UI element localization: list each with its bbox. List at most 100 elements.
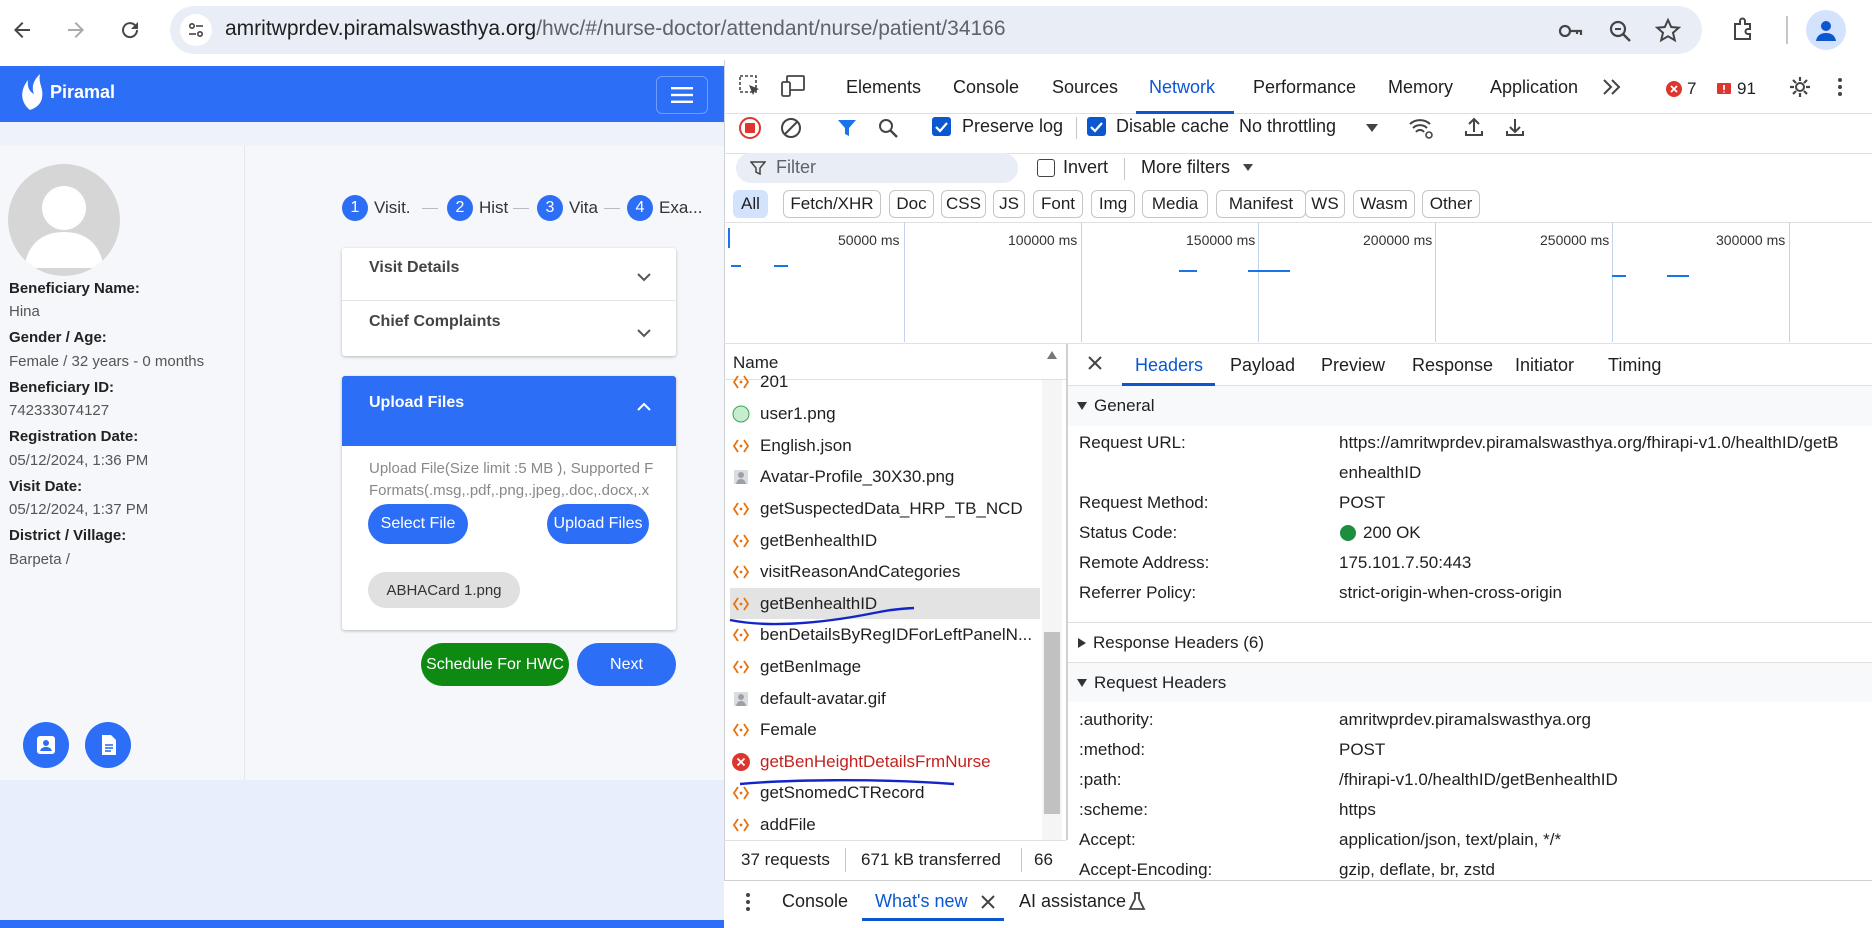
request-row[interactable]: visitReasonAndCategories [730,557,1040,588]
tab-performance[interactable]: Performance [1253,77,1356,98]
throttling-select[interactable]: No throttling [1239,116,1336,137]
step-vitals[interactable]: 3 Vita [537,195,598,221]
drawer-menu-icon[interactable] [745,891,751,913]
tab-sources[interactable]: Sources [1052,77,1118,98]
request-row[interactable]: addFile [730,809,1040,840]
chip-css[interactable]: CSS [941,190,986,218]
error-counter[interactable]: 7 [1666,79,1696,99]
chevron-up-icon[interactable] [636,402,652,412]
request-row[interactable]: user1.png [730,399,1040,430]
disable-cache-label[interactable]: Disable cache [1116,116,1229,137]
step-history[interactable]: 2 Hist [447,195,508,221]
chip-font[interactable]: Font [1033,190,1083,218]
forward-arrow-icon[interactable] [58,12,94,48]
more-tabs-chevron-icon[interactable] [1602,78,1622,96]
disable-cache-checkbox[interactable] [1087,117,1106,136]
detail-tab-preview[interactable]: Preview [1321,355,1385,376]
chevron-down-icon[interactable] [636,272,652,282]
preserve-log-label[interactable]: Preserve log [962,116,1063,137]
settings-gear-icon[interactable] [1788,75,1812,99]
step-examination[interactable]: 4 Exa... [627,195,702,221]
issue-counter[interactable]: 91 [1716,79,1756,99]
kebab-menu-icon[interactable] [1836,75,1844,99]
dropdown-caret-icon[interactable] [1242,163,1254,172]
request-headers-section[interactable]: Request Headers [1068,662,1872,702]
dropdown-caret-icon[interactable] [1365,123,1379,133]
back-arrow-icon[interactable] [4,12,40,48]
chip-js[interactable]: JS [993,190,1025,218]
piramal-logo[interactable]: Piramal [16,72,115,112]
clear-icon[interactable] [779,116,803,140]
drawer-tab-console[interactable]: Console [782,891,848,912]
record-stop-icon[interactable] [738,116,762,140]
close-drawer-tab-icon[interactable] [980,894,996,910]
site-info-icon[interactable] [180,14,212,46]
tab-elements[interactable]: Elements [846,77,921,98]
timeline-label: 100000 ms [1008,232,1078,248]
step-visit[interactable]: 1 Visit. [342,195,411,221]
drawer-tab-ai-assistance[interactable]: AI assistance [1019,891,1126,912]
chip-wasm[interactable]: Wasm [1353,190,1415,218]
preserve-log-checkbox[interactable] [932,117,951,136]
beneficiary-id-value: 742333074127 [9,402,110,419]
upload-files-button[interactable]: Upload Files [547,504,649,544]
visit-details-header[interactable]: Visit Details [369,259,459,277]
general-section-header[interactable]: General [1068,386,1872,426]
sort-arrow-up-icon[interactable] [1046,350,1058,360]
chip-img[interactable]: Img [1091,190,1135,218]
request-row[interactable]: getBenhealthID [730,525,1040,556]
password-key-icon[interactable] [1556,17,1584,45]
invert-label[interactable]: Invert [1063,157,1108,178]
chip-other[interactable]: Other [1422,190,1480,218]
request-row[interactable]: getSuspectedData_HRP_TB_NCD [730,493,1040,524]
next-button[interactable]: Next [577,643,676,686]
extensions-icon[interactable] [1730,15,1758,43]
chip-manifest[interactable]: Manifest [1216,190,1306,218]
select-file-button[interactable]: Select File [368,504,468,544]
document-button[interactable] [85,722,131,768]
drawer-tab-whats-new[interactable]: What's new [875,891,967,912]
detail-tab-initiator[interactable]: Initiator [1515,355,1574,376]
request-row[interactable]: Avatar-Profile_30X30.png [730,462,1040,493]
zoom-icon[interactable] [1606,17,1634,45]
chief-complaints-header[interactable]: Chief Complaints [369,313,501,331]
export-har-icon[interactable] [1503,115,1527,139]
tab-memory[interactable]: Memory [1388,77,1453,98]
request-row[interactable]: English.json [730,430,1040,461]
url-text[interactable]: amritwprdev.piramalswasthya.org/hwc/#/nu… [225,17,1006,41]
inspect-element-icon[interactable] [738,74,762,98]
chip-fetch-xhr[interactable]: Fetch/XHR [783,190,881,218]
chip-ws[interactable]: WS [1305,190,1345,218]
network-conditions-icon[interactable] [1408,116,1434,140]
tab-console[interactable]: Console [953,77,1019,98]
chevron-down-icon[interactable] [636,328,652,338]
invert-checkbox[interactable] [1037,159,1055,177]
name-column-header[interactable]: Name [733,353,778,373]
detail-tab-timing[interactable]: Timing [1608,355,1661,376]
chip-doc[interactable]: Doc [889,190,934,218]
import-har-icon[interactable] [1462,115,1486,139]
resource-size: 66 [1034,850,1053,869]
more-filters-button[interactable]: More filters [1141,157,1230,178]
device-toolbar-icon[interactable] [780,74,806,98]
hamburger-menu-button[interactable] [656,76,708,114]
profile-avatar-icon[interactable] [1806,10,1846,50]
response-headers-section[interactable]: Response Headers (6) [1068,622,1872,662]
filter-funnel-icon[interactable] [836,117,858,139]
detail-tab-payload[interactable]: Payload [1230,355,1295,376]
reload-icon[interactable] [112,12,148,48]
detail-tab-response[interactable]: Response [1412,355,1493,376]
uploaded-file-chip[interactable]: ABHACard 1.png [368,572,520,608]
search-icon[interactable] [876,116,900,140]
close-detail-icon[interactable] [1086,354,1104,372]
scrollbar-thumb[interactable] [1044,632,1060,814]
chip-all[interactable]: All [733,190,768,218]
profile-card-button[interactable] [23,722,69,768]
bookmark-star-icon[interactable] [1654,17,1682,45]
detail-tab-headers[interactable]: Headers [1135,355,1203,376]
tab-network[interactable]: Network [1149,77,1215,98]
schedule-for-hwc-button[interactable]: Schedule For HWC [421,643,569,686]
tab-application[interactable]: Application [1490,77,1578,98]
request-row[interactable]: 201 [730,372,1040,392]
chip-media[interactable]: Media [1142,190,1208,218]
